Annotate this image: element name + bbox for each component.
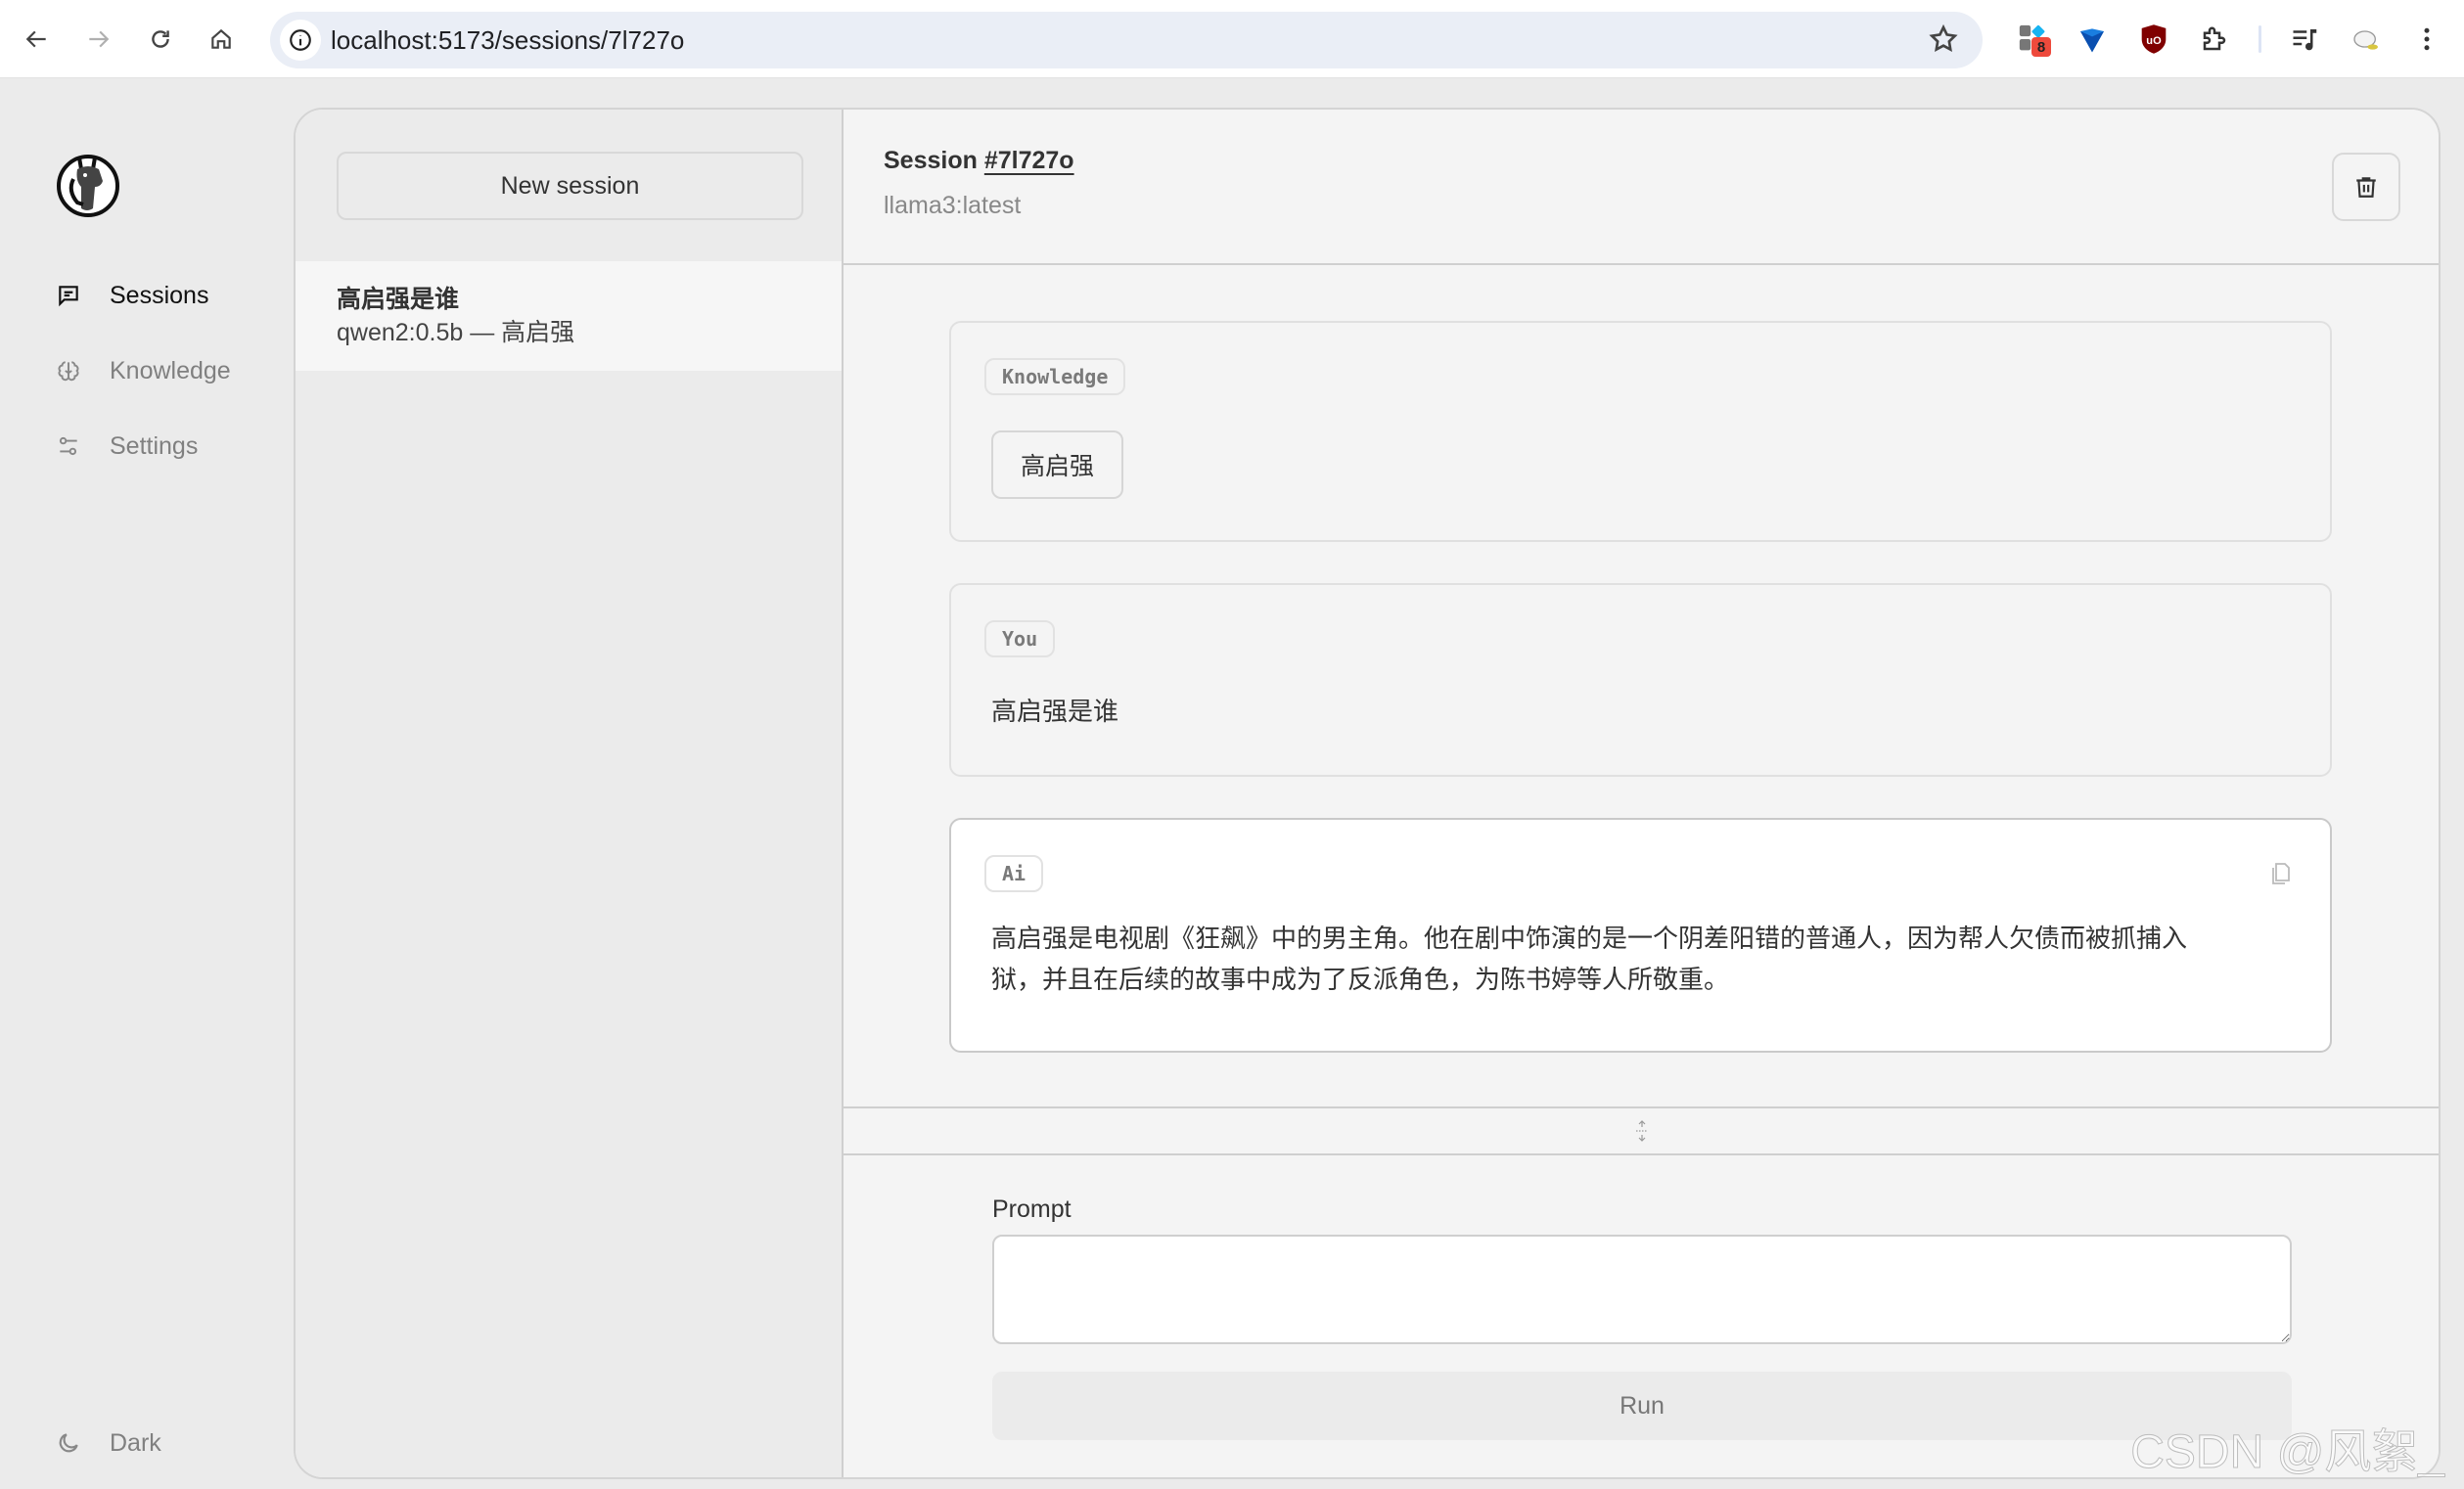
chat-icon (55, 282, 82, 309)
home-icon (211, 28, 231, 49)
sliders-icon (55, 432, 82, 460)
ai-message-line: 狱，并且在后续的故事中成为了反派角色，为陈书婷等人所敬重。 (991, 965, 1730, 994)
run-button[interactable]: Run (992, 1372, 2292, 1440)
address-bar[interactable]: localhost:5173/sessions/7l727o (270, 12, 1983, 68)
svg-text:uO: uO (2146, 35, 2162, 47)
role-tag-ai: Ai (984, 855, 1044, 892)
arrow-right-icon (89, 30, 110, 48)
prompt-label: Prompt (992, 1196, 1072, 1223)
llama-logo-icon (57, 155, 119, 217)
trash-icon (2356, 177, 2376, 198)
browser-menu-button[interactable] (2409, 22, 2444, 57)
cat-avatar-icon (2353, 30, 2378, 50)
toolbar-separator (2259, 25, 2261, 53)
brain-icon (55, 357, 82, 384)
role-tag-knowledge: Knowledge (984, 358, 1126, 395)
session-header: Session #7l727o llama3:latest (844, 110, 2439, 265)
session-item-subtitle: qwen2:0.5b — 高启强 (337, 319, 575, 346)
ublock-button[interactable]: uO (2136, 22, 2171, 57)
copy-icon (2272, 863, 2290, 884)
panel-resize-handle[interactable] (844, 1106, 2439, 1155)
ai-message-text: 高启强是电视剧《狂飙》中的男主角。他在剧中饰演的是一个阴差阳错的普通人，因为帮人… (991, 918, 2187, 1000)
resize-vertical-icon (1636, 1120, 1648, 1142)
ai-message-card: Ai 高启强是电视剧《狂飙》中的男主角。他在剧中饰演的是一个阴差阳错的普通人，因… (949, 818, 2332, 1053)
nav-item-settings[interactable]: Settings (55, 427, 198, 466)
user-message-card: You 高启强是谁 (949, 583, 2332, 777)
playlist-music-icon (2293, 29, 2317, 51)
role-tag-you: You (984, 620, 1056, 657)
url-text[interactable]: localhost:5173/sessions/7l727o (331, 25, 684, 56)
app-logo[interactable] (54, 150, 122, 218)
knowledge-chip[interactable]: 高启强 (991, 430, 1124, 499)
nav-item-knowledge[interactable]: Knowledge (55, 351, 231, 390)
session-view: Session #7l727o llama3:latest Knowledge … (844, 110, 2439, 1477)
session-title-prefix: Session (884, 147, 978, 174)
home-button[interactable] (204, 22, 239, 57)
site-info-icon[interactable] (280, 20, 321, 61)
arrow-left-icon (25, 30, 46, 48)
browser-toolbar: localhost:5173/sessions/7l727o 8 uO (0, 0, 2464, 78)
session-model: llama3:latest (884, 192, 1022, 219)
puzzle-icon (2203, 26, 2226, 51)
reload-icon (152, 30, 169, 48)
user-message-text: 高启强是谁 (991, 697, 1119, 726)
extension-diamond-button[interactable] (2075, 22, 2110, 57)
ai-message-line: 高启强是电视剧《狂飙》中的男主角。他在剧中饰演的是一个阴差阳错的普通人，因为帮人… (991, 924, 2188, 953)
forward-button[interactable] (80, 22, 115, 57)
extensions-menu-button[interactable] (2197, 22, 2232, 57)
session-list-item[interactable]: 高启强是谁 qwen2:0.5b — 高启强 (296, 261, 842, 371)
nav-item-label: Knowledge (110, 356, 231, 384)
session-item-title: 高启强是谁 (337, 286, 460, 313)
nav-item-sessions[interactable]: Sessions (55, 276, 208, 315)
app-panel: New session 高启强是谁 qwen2:0.5b — 高启强 Sessi… (294, 108, 2441, 1479)
new-session-button[interactable]: New session (337, 152, 803, 220)
copy-message-button[interactable] (2265, 859, 2295, 888)
extension-apps-button[interactable]: 8 (2016, 22, 2051, 57)
session-title: Session #7l727o (884, 147, 1074, 175)
theme-toggle-label: Dark (110, 1428, 161, 1457)
media-controls-button[interactable] (2288, 22, 2323, 57)
extension-badge: 8 (2031, 37, 2051, 57)
sessions-list: New session 高启强是谁 qwen2:0.5b — 高启强 (296, 110, 844, 1477)
knowledge-message-card: Knowledge 高启强 (949, 321, 2332, 542)
profile-cat-button[interactable] (2349, 22, 2384, 57)
prompt-input[interactable] (992, 1235, 2292, 1344)
nav-item-label: Settings (110, 431, 199, 460)
delete-session-button[interactable] (2332, 153, 2400, 221)
bookmark-star-icon[interactable] (1928, 23, 1959, 60)
session-id-link[interactable]: #7l727o (984, 147, 1074, 174)
ublock-shield-icon: uO (2141, 24, 2167, 54)
nav-item-label: Sessions (110, 281, 209, 309)
back-button[interactable] (20, 22, 55, 57)
watermark: CSDN @风絮_ (2130, 1426, 2445, 1479)
reload-button[interactable] (143, 22, 178, 57)
moon-icon (55, 1429, 82, 1457)
more-vertical-icon (2424, 27, 2430, 51)
theme-toggle-dark[interactable]: Dark (55, 1423, 161, 1463)
diamond-extension-icon (2080, 28, 2104, 53)
